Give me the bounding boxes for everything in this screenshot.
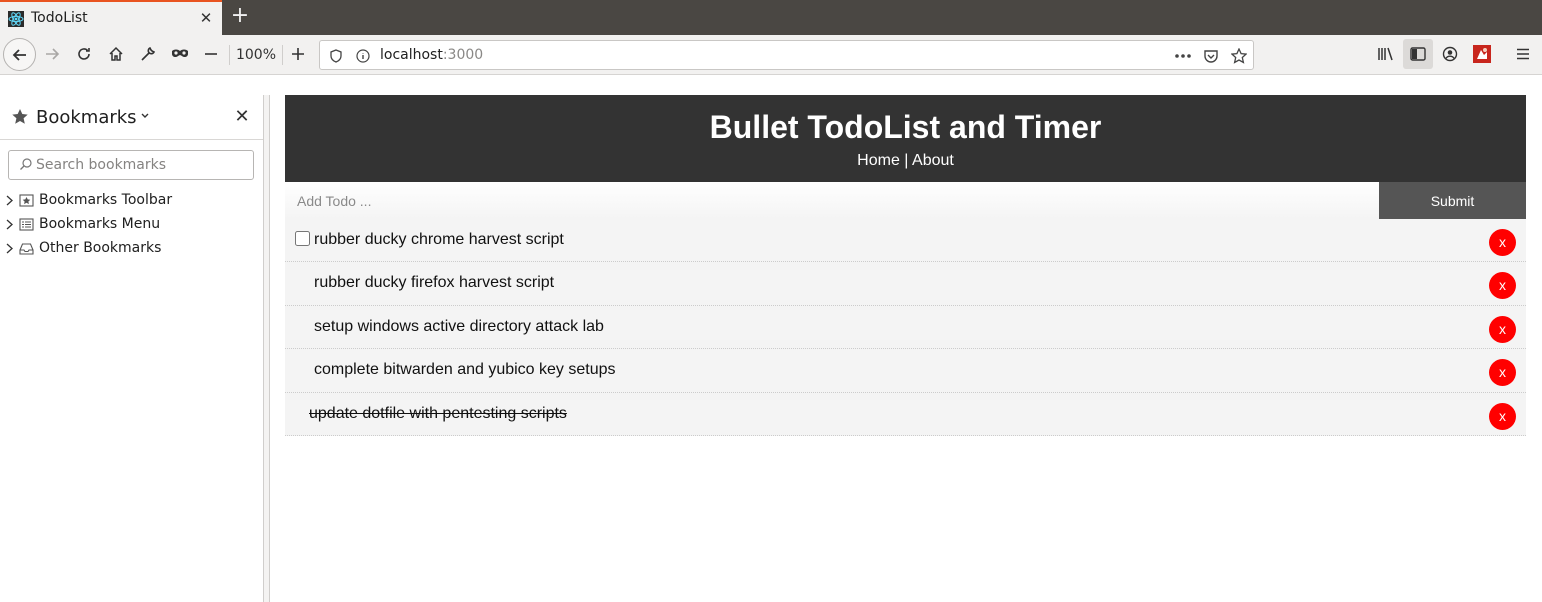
wrench-icon xyxy=(141,46,156,61)
bookmarks-toolbar-icon xyxy=(19,194,34,207)
react-icon xyxy=(8,11,24,27)
tab-strip: TodoList ✕ + xyxy=(0,0,1542,35)
sidebar-item-bookmarks-toolbar[interactable]: Bookmarks Toolbar xyxy=(0,190,263,212)
search-placeholder: Search bookmarks xyxy=(36,157,167,173)
todo-text: rubber ducky chrome harvest script xyxy=(314,231,564,248)
library-button[interactable] xyxy=(1371,39,1401,69)
private-browsing-button[interactable] xyxy=(165,39,195,69)
delete-todo-button[interactable]: x xyxy=(1489,359,1516,387)
todo-item-completed: update dotfile with pentesting scripts x xyxy=(285,392,1526,436)
reload-icon xyxy=(78,48,90,60)
new-tab-icon[interactable]: + xyxy=(229,5,251,29)
sidebar-toggle-button[interactable] xyxy=(1403,39,1433,69)
mask-icon xyxy=(172,49,188,58)
sidebar-item-label: Bookmarks Menu xyxy=(39,216,161,232)
sidebar-item-label: Other Bookmarks xyxy=(39,240,162,256)
forward-button[interactable] xyxy=(37,39,67,69)
todo-text: complete bitwarden and yubico key setups xyxy=(314,361,616,379)
back-arrow-icon xyxy=(12,48,26,61)
star-icon xyxy=(12,109,28,124)
sidebar-title[interactable]: Bookmarks xyxy=(36,107,137,128)
info-icon[interactable] xyxy=(353,46,373,66)
plus-icon xyxy=(292,48,304,60)
sidebar-item-bookmarks-menu[interactable]: Bookmarks Menu xyxy=(0,214,263,236)
bookmark-star-icon[interactable] xyxy=(1229,46,1249,66)
app-menu-button[interactable] xyxy=(1508,39,1538,69)
add-todo-form: Submit xyxy=(285,182,1526,219)
todo-text: update dotfile with pentesting scripts xyxy=(309,404,567,422)
sidebar-item-other-bookmarks[interactable]: Other Bookmarks xyxy=(0,238,263,260)
zoom-level[interactable]: 100% xyxy=(229,45,283,65)
zoom-in-button[interactable] xyxy=(283,39,313,69)
zoom-out-button[interactable] xyxy=(196,39,226,69)
pocket-icon[interactable] xyxy=(1201,46,1221,66)
account-icon xyxy=(1442,46,1458,62)
forward-arrow-icon xyxy=(46,48,60,60)
back-button[interactable] xyxy=(3,38,36,71)
nav-about-link[interactable]: About xyxy=(912,152,954,169)
sidebar-splitter[interactable] xyxy=(263,95,270,602)
chevron-right-icon xyxy=(6,243,13,254)
sidebar-header[interactable]: Bookmarks ✕ xyxy=(0,95,263,140)
app-nav: Home | About xyxy=(285,152,1526,170)
nav-home-link[interactable]: Home xyxy=(857,152,900,169)
nav-separator: | xyxy=(899,152,913,169)
delete-todo-button[interactable]: x xyxy=(1489,402,1516,430)
other-bookmarks-icon xyxy=(19,243,34,255)
navigation-toolbar: 100% localhost:3000 xyxy=(0,35,1542,75)
account-button[interactable] xyxy=(1435,39,1465,69)
hamburger-menu-icon xyxy=(1517,48,1529,60)
todo-item: setup windows active directory attack la… xyxy=(285,305,1526,350)
add-todo-input[interactable] xyxy=(285,182,1379,219)
page-actions-icon[interactable] xyxy=(1173,46,1193,66)
url-text[interactable]: localhost:3000 xyxy=(380,47,483,63)
todo-item: rubber ducky chrome harvest script x xyxy=(285,219,1526,263)
search-icon xyxy=(20,158,32,170)
delete-todo-button[interactable]: x xyxy=(1489,315,1516,343)
todo-list: rubber ducky chrome harvest script x rub… xyxy=(285,219,1526,436)
home-button[interactable] xyxy=(101,39,131,69)
tab-close-icon[interactable]: ✕ xyxy=(198,9,214,27)
todo-item: complete bitwarden and yubico key setups… xyxy=(285,349,1526,393)
url-host: localhost xyxy=(380,47,443,63)
extension-icon xyxy=(1473,45,1491,63)
sidebar-item-label: Bookmarks Toolbar xyxy=(39,192,173,208)
extension-button[interactable] xyxy=(1467,39,1497,69)
tab-title: TodoList xyxy=(31,10,88,26)
todo-checkbox[interactable] xyxy=(295,231,310,246)
bookmarks-sidebar: Bookmarks ✕ Search bookmarks Bookmarks T… xyxy=(0,95,263,602)
url-bar[interactable]: localhost:3000 xyxy=(319,40,1254,70)
tab-todolist[interactable]: TodoList ✕ xyxy=(0,0,222,35)
app-header: Bullet TodoList and Timer Home | About xyxy=(285,95,1526,182)
todo-item: rubber ducky firefox harvest script x xyxy=(285,262,1526,306)
bookmarks-menu-icon xyxy=(19,218,34,231)
sidebar-close-icon[interactable]: ✕ xyxy=(232,107,252,127)
submit-button[interactable]: Submit xyxy=(1379,182,1526,219)
todo-text: rubber ducky firefox harvest script xyxy=(314,274,555,292)
delete-todo-button[interactable]: x xyxy=(1489,229,1516,256)
sidebar-icon xyxy=(1410,47,1426,61)
library-icon xyxy=(1378,47,1393,61)
chevron-right-icon xyxy=(6,219,13,230)
minus-icon xyxy=(205,53,217,55)
chevron-right-icon xyxy=(6,195,13,206)
delete-todo-button[interactable]: x xyxy=(1489,272,1516,300)
todo-text: setup windows active directory attack la… xyxy=(314,317,604,335)
shield-icon[interactable] xyxy=(326,46,346,66)
page-content: Bullet TodoList and Timer Home | About S… xyxy=(270,95,1542,602)
reload-button[interactable] xyxy=(69,39,99,69)
search-bookmarks-input[interactable]: Search bookmarks xyxy=(8,150,254,180)
url-port: :3000 xyxy=(442,47,484,63)
home-icon xyxy=(109,46,123,61)
customize-button[interactable] xyxy=(133,39,163,69)
chevron-down-icon[interactable] xyxy=(140,111,150,121)
page-title: Bullet TodoList and Timer xyxy=(709,109,1102,145)
